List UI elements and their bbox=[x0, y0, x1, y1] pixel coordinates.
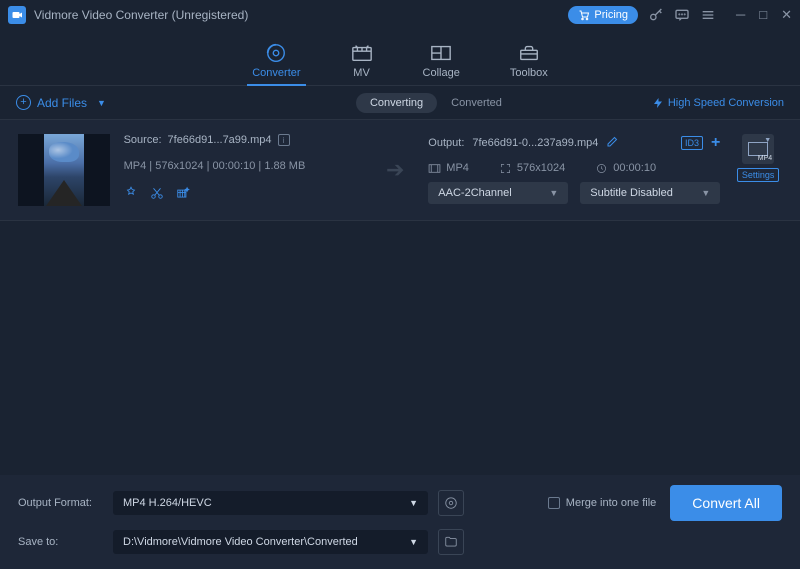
output-format-dropdown[interactable]: MP4 H.264/HEVC ▼ bbox=[113, 491, 428, 515]
output-settings-icon[interactable] bbox=[438, 490, 464, 516]
convert-all-button[interactable]: Convert All bbox=[670, 485, 782, 521]
subtitle-dropdown[interactable]: Subtitle Disabled▼ bbox=[580, 182, 720, 204]
info-icon[interactable]: i bbox=[278, 134, 290, 146]
merge-label: Merge into one file bbox=[566, 497, 657, 509]
tab-toolbox[interactable]: Toolbox bbox=[510, 30, 548, 85]
out-duration: 00:00:10 bbox=[613, 162, 656, 174]
format-tag: MP4 bbox=[758, 155, 772, 162]
tab-collage-label: Collage bbox=[423, 67, 460, 79]
film-icon bbox=[428, 163, 441, 174]
enhance-icon[interactable] bbox=[176, 186, 190, 203]
open-folder-icon[interactable] bbox=[438, 529, 464, 555]
format-select[interactable]: ▼ MP4 bbox=[742, 134, 774, 164]
subtab-converting[interactable]: Converting bbox=[356, 93, 437, 113]
source-info: Source: 7fe66d91...7a99.mp4 i MP4 | 576x… bbox=[124, 134, 363, 206]
high-speed-button[interactable]: High Speed Conversion bbox=[652, 97, 784, 109]
pricing-button[interactable]: Pricing bbox=[568, 6, 638, 24]
app-title: Vidmore Video Converter (Unregistered) bbox=[34, 8, 568, 22]
output-format-label: Output Format: bbox=[18, 497, 103, 509]
tab-converter-label: Converter bbox=[252, 67, 300, 79]
toolbox-icon bbox=[518, 43, 540, 63]
source-label: Source: bbox=[124, 134, 162, 146]
chevron-down-icon: ▼ bbox=[549, 188, 558, 198]
chevron-down-icon: ▼ bbox=[409, 498, 418, 508]
id3-button[interactable]: ID3 bbox=[681, 136, 703, 150]
output-label: Output: bbox=[428, 137, 464, 149]
add-files-button[interactable]: + Add Files ▼ bbox=[16, 95, 106, 110]
cut-icon[interactable] bbox=[150, 186, 164, 203]
mv-icon bbox=[351, 43, 373, 63]
chevron-down-icon: ▼ bbox=[764, 137, 771, 144]
chevron-down-icon: ▼ bbox=[701, 188, 710, 198]
plus-icon: + bbox=[16, 95, 31, 110]
maximize-button[interactable]: □ bbox=[759, 7, 767, 23]
key-icon[interactable] bbox=[648, 7, 664, 23]
cart-icon bbox=[578, 9, 590, 21]
close-button[interactable]: ✕ bbox=[781, 7, 792, 23]
collage-icon bbox=[430, 43, 452, 63]
tab-converter[interactable]: Converter bbox=[252, 30, 300, 85]
out-container: MP4 bbox=[446, 162, 469, 174]
save-to-dropdown[interactable]: D:\Vidmore\Vidmore Video Converter\Conve… bbox=[113, 530, 428, 554]
feedback-icon[interactable] bbox=[674, 7, 690, 23]
sub-tabs: Converting Converted bbox=[356, 93, 516, 113]
clock-icon bbox=[595, 163, 608, 174]
save-to-label: Save to: bbox=[18, 536, 103, 548]
chevron-down-icon: ▼ bbox=[97, 98, 106, 108]
window-controls: ─ □ ✕ bbox=[736, 7, 792, 23]
app-logo bbox=[8, 6, 26, 24]
titlebar: Vidmore Video Converter (Unregistered) P… bbox=[0, 0, 800, 30]
add-files-label: Add Files bbox=[37, 96, 87, 110]
add-output-icon[interactable]: + bbox=[711, 134, 720, 152]
empty-area bbox=[0, 221, 800, 475]
toolbar: + Add Files ▼ Converting Converted High … bbox=[0, 86, 800, 120]
checkbox-icon bbox=[548, 497, 560, 509]
minimize-button[interactable]: ─ bbox=[736, 7, 745, 23]
main-tabs: Converter MV Collage Toolbox bbox=[0, 30, 800, 86]
file-row: Source: 7fe66d91...7a99.mp4 i MP4 | 576x… bbox=[0, 120, 800, 221]
arrow-icon: ➔ bbox=[376, 134, 414, 206]
out-resolution: 576x1024 bbox=[517, 162, 565, 174]
output-info: Output: 7fe66d91-0...237a99.mp4 ID3 + MP… bbox=[428, 134, 720, 206]
output-filename: 7fe66d91-0...237a99.mp4 bbox=[472, 137, 598, 149]
merge-checkbox[interactable]: Merge into one file bbox=[548, 497, 657, 509]
rename-icon[interactable] bbox=[606, 136, 618, 151]
audio-dropdown[interactable]: AAC-2Channel▼ bbox=[428, 182, 568, 204]
source-filename: 7fe66d91...7a99.mp4 bbox=[168, 134, 272, 146]
chevron-down-icon: ▼ bbox=[409, 537, 418, 547]
video-thumbnail[interactable] bbox=[18, 134, 110, 206]
source-meta: MP4 | 576x1024 | 00:00:10 | 1.88 MB bbox=[124, 160, 363, 172]
resolution-icon bbox=[499, 163, 512, 174]
converter-icon bbox=[265, 43, 287, 63]
settings-button[interactable]: Settings bbox=[737, 168, 780, 182]
lightning-icon bbox=[652, 97, 664, 109]
pricing-label: Pricing bbox=[594, 9, 628, 21]
film-icon bbox=[748, 142, 768, 156]
settings-column: ▼ MP4 Settings bbox=[734, 134, 782, 206]
tab-collage[interactable]: Collage bbox=[423, 30, 460, 85]
tab-toolbox-label: Toolbox bbox=[510, 67, 548, 79]
tab-mv-label: MV bbox=[353, 67, 370, 79]
menu-icon[interactable] bbox=[700, 7, 716, 23]
tab-mv[interactable]: MV bbox=[351, 30, 373, 85]
high-speed-label: High Speed Conversion bbox=[668, 97, 784, 109]
subtab-converted[interactable]: Converted bbox=[437, 93, 516, 113]
edit-icon[interactable] bbox=[124, 186, 138, 203]
footer: Output Format: MP4 H.264/HEVC ▼ Merge in… bbox=[0, 475, 800, 569]
